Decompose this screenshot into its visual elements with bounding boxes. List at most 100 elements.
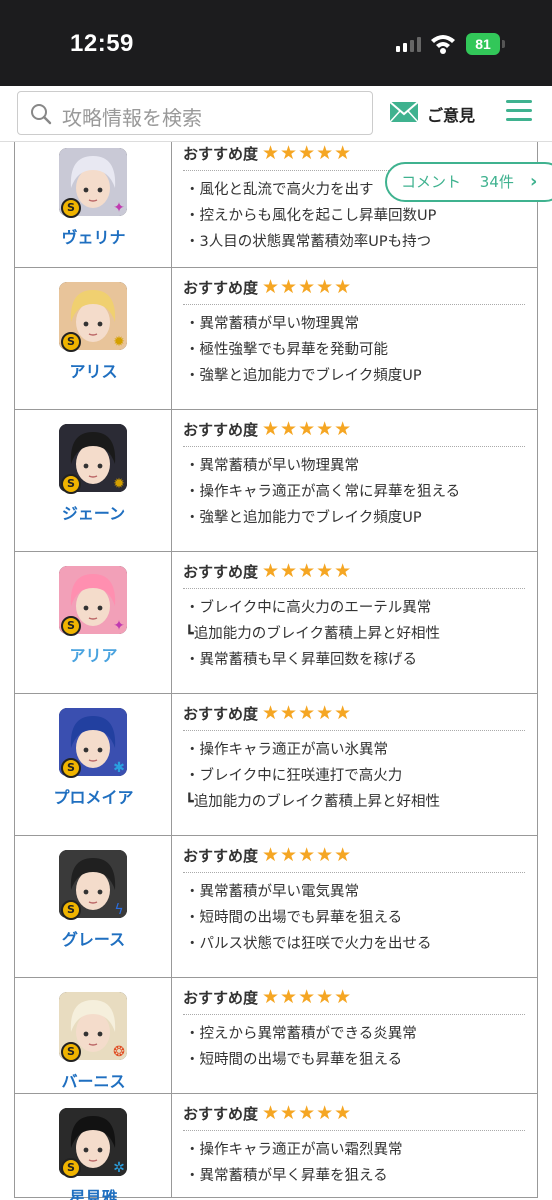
feature-point: ┗追加能力のブレイク蓄積上昇と好相性 xyxy=(185,794,440,810)
recommendation-rating: おすすめ度 ★★★★★ xyxy=(183,418,352,440)
opinion-link[interactable]: ご意見 xyxy=(427,102,475,126)
s-rank-icon: S xyxy=(61,332,81,352)
comment-count: 34件 xyxy=(479,173,514,191)
divider xyxy=(183,730,525,731)
recommendation-rating: おすすめ度 ★★★★★ xyxy=(183,986,352,1008)
table-row: S ❂ バーニス おすすめ度 ★★★★★ ・控えから異常蓄積ができる炎異常 ・短時間… xyxy=(15,978,537,1094)
star-rating-icon: ★★★★★ xyxy=(262,702,353,724)
recommendation-cell: おすすめ度 ★★★★★ ・風化と乱流で高火力を出す ・控えからも風化を起こし昇華回数… xyxy=(172,142,537,267)
feature-point: ┗追加能力のブレイク蓄積上昇と好相性 xyxy=(185,626,440,642)
s-rank-icon: S xyxy=(61,474,81,494)
feature-point: ・操作キャラ適正が高い霜烈異常 xyxy=(185,1142,403,1158)
feature-point: ・異常蓄積も早く昇華回数を稼げる xyxy=(185,652,417,668)
character-name-link[interactable]: アリス xyxy=(15,358,172,382)
rating-label: おすすめ度 xyxy=(183,705,259,723)
site-header: 攻略情報を検索 ご意見 xyxy=(0,86,552,142)
feature-point: ・異常蓄積が早い電気異常 xyxy=(185,884,359,900)
feature-point: ・ブレイク中に狂咲連打で高火力 xyxy=(185,768,403,784)
character-name-link[interactable]: ジェーン xyxy=(15,500,172,524)
character-name-link[interactable]: アリア xyxy=(15,642,172,666)
character-cell[interactable]: S ✦ アリア xyxy=(15,552,172,693)
cellular-signal-icon xyxy=(396,36,421,52)
character-name-link[interactable]: ヴェリナ xyxy=(15,224,172,248)
divider xyxy=(183,588,525,589)
feature-list: ・異常蓄積が早い電気異常・短時間の出場でも昇華を狙える・パルス状態では狂咲で火力… xyxy=(185,879,432,957)
feature-point: ・控えからも風化を起こし昇華回数UP xyxy=(185,208,437,224)
rating-label: おすすめ度 xyxy=(183,279,259,297)
character-name-link[interactable]: 星見雅 xyxy=(15,1184,172,1200)
character-name-link[interactable]: グレース xyxy=(15,926,172,950)
feature-point: ・パルス状態では狂咲で火力を出せる xyxy=(185,936,432,952)
search-icon xyxy=(31,104,52,125)
electric-icon: ϟ xyxy=(114,902,124,918)
divider xyxy=(183,872,525,873)
physical-icon: ✹ xyxy=(113,334,125,350)
mail-icon[interactable] xyxy=(389,101,419,123)
star-rating-icon: ★★★★★ xyxy=(262,418,353,440)
star-rating-icon: ★★★★★ xyxy=(262,142,353,164)
feature-point: ・異常蓄積が早い物理異常 xyxy=(185,458,359,474)
table-row: S ✲ 星見雅 おすすめ度 ★★★★★ ・操作キャラ適正が高い霜烈異常 ・異常蓄積が… xyxy=(15,1094,537,1200)
search-placeholder: 攻略情報を検索 xyxy=(62,106,202,130)
feature-list: ・異常蓄積が早い物理異常 ・操作キャラ適正が高く常に昇華を狙える ・強撃と追加能力で… xyxy=(185,453,460,531)
status-bar: 12:59 81 xyxy=(0,0,552,86)
feature-point: ・操作キャラ適正が高い氷異常 xyxy=(185,742,388,758)
star-rating-icon: ★★★★★ xyxy=(262,844,353,866)
table-row: S ✦ アリア おすすめ度 ★★★★★ ・ブレイク中に高火力のエーテル異常 ┗追加能… xyxy=(15,552,537,694)
recommendation-rating: おすすめ度 ★★★★★ xyxy=(183,702,352,724)
character-cell[interactable]: S ✹ アリス xyxy=(15,268,172,409)
feature-point: ・異常蓄積が早い物理異常 xyxy=(185,316,359,332)
table-row: S ✹ ジェーン おすすめ度 ★★★★★ ・異常蓄積が早い物理異常・操作キャラ適正… xyxy=(15,410,537,552)
table-row: S ✱ プロメイア おすすめ度 ★★★★★ ・操作キャラ適正が高い氷異常 ・ブレイク… xyxy=(15,694,537,836)
character-cell[interactable]: S ❂ バーニス xyxy=(15,978,172,1093)
star-rating-icon: ★★★★★ xyxy=(262,986,353,1008)
character-name-link[interactable]: プロメイア xyxy=(15,784,172,808)
recommendation-rating: おすすめ度 ★★★★★ xyxy=(183,142,352,164)
comment-button[interactable]: コメント 34件 › xyxy=(385,162,552,202)
chevron-right-icon: › xyxy=(530,171,538,192)
character-cell[interactable]: S ✹ ジェーン xyxy=(15,410,172,551)
feature-point: ・短時間の出場でも昇華を狙える xyxy=(185,910,403,926)
recommendation-rating: おすすめ度 ★★★★★ xyxy=(183,560,352,582)
recommendation-cell: おすすめ度 ★★★★★ ・操作キャラ適正が高い霜烈異常 ・異常蓄積が早く昇華を狙える xyxy=(172,1094,537,1197)
character-name-link[interactable]: バーニス xyxy=(15,1068,172,1092)
feature-point: ・異常蓄積が早く昇華を狙える xyxy=(185,1168,388,1184)
recommendation-cell: おすすめ度 ★★★★★ ・異常蓄積が早い電気異常 ・短時間の出場でも昇華を狙える ・パ… xyxy=(172,836,537,977)
recommendation-cell: おすすめ度 ★★★★★ ・ブレイク中に高火力のエーテル異常 ┗追加能力のブレイク蓄積… xyxy=(172,552,537,693)
feature-point: ・ブレイク中に高火力のエーテル異常 xyxy=(185,600,432,616)
feature-point: ・操作キャラ適正が高く常に昇華を狙える xyxy=(185,484,461,500)
character-cell[interactable]: S ✱ プロメイア xyxy=(15,694,172,835)
feature-list: ・ブレイク中に高火力のエーテル異常 ┗追加能力のブレイク蓄積上昇と好相性 ・異常蓄積… xyxy=(185,595,440,673)
fire-icon: ❂ xyxy=(113,1044,125,1060)
character-cell[interactable]: S ✦ ヴェリナ xyxy=(15,142,172,267)
battery-indicator: 81 xyxy=(466,33,505,55)
recommendation-cell: おすすめ度 ★★★★★ ・操作キャラ適正が高い氷異常 ・ブレイク中に狂咲連打で高火力… xyxy=(172,694,537,835)
hamburger-menu-icon[interactable] xyxy=(506,100,532,122)
star-rating-icon: ★★★★★ xyxy=(262,560,353,582)
frost-icon: ✲ xyxy=(113,1160,125,1176)
table-row: S ϟ グレース おすすめ度 ★★★★★ ・異常蓄積が早い電気異常 ・短時間の出場で… xyxy=(15,836,537,978)
feature-point: ・控えから異常蓄積ができる炎異常 xyxy=(185,1026,417,1042)
character-cell[interactable]: S ϟ グレース xyxy=(15,836,172,977)
character-cell[interactable]: S ✲ 星見雅 xyxy=(15,1094,172,1200)
physical-icon: ✹ xyxy=(113,476,125,492)
s-rank-icon: S xyxy=(61,758,81,778)
s-rank-icon: S xyxy=(61,900,81,920)
table-row: S ✹ アリス おすすめ度 ★★★★★ ・異常蓄積が早い物理異常 ・極性強撃でも昇華… xyxy=(15,268,537,410)
feature-list: ・控えから異常蓄積ができる炎異常 ・短時間の出場でも昇華を狙える xyxy=(185,1021,417,1073)
s-rank-icon: S xyxy=(61,1158,81,1178)
feature-list: ・操作キャラ適正が高い霜烈異常 ・異常蓄積が早く昇華を狙える xyxy=(185,1137,403,1189)
feature-point: ・短時間の出場でも昇華を狙える xyxy=(185,1052,403,1068)
wifi-icon xyxy=(431,35,455,54)
divider xyxy=(183,1014,525,1015)
search-input[interactable]: 攻略情報を検索 xyxy=(17,91,373,135)
s-rank-icon: S xyxy=(61,198,81,218)
table-row: S ✦ ヴェリナ おすすめ度 ★★★★★ ・風化と乱流で高火力を出す ・控えからも風… xyxy=(15,142,537,268)
rating-label: おすすめ度 xyxy=(183,145,259,163)
ice-icon: ✱ xyxy=(113,760,125,776)
recommendation-cell: おすすめ度 ★★★★★ ・異常蓄積が早い物理異常 ・極性強撃でも昇華を発動可能 ・強撃… xyxy=(172,268,537,409)
recommendation-cell: おすすめ度 ★★★★★ ・控えから異常蓄積ができる炎異常 ・短時間の出場でも昇華を狙… xyxy=(172,978,537,1093)
clock: 12:59 xyxy=(70,30,134,57)
s-rank-icon: S xyxy=(61,616,81,636)
rating-label: おすすめ度 xyxy=(183,989,259,1007)
